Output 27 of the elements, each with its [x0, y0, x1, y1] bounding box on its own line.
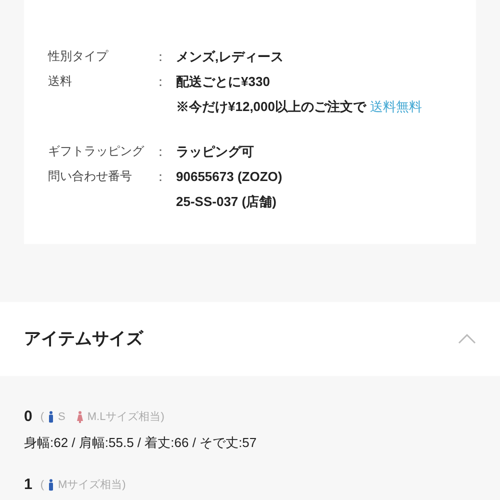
detail-label: 送料 — [48, 73, 73, 90]
separator: ： — [154, 73, 168, 91]
size-equivalent: S — [58, 410, 66, 425]
separator: ： — [154, 48, 168, 66]
detail-value: 90655673 (ZOZO) — [176, 168, 282, 186]
detail-value: メンズ,レディース — [176, 48, 284, 66]
section-header[interactable]: アイテムサイズ — [0, 302, 500, 376]
detail-label: 性別タイプ — [48, 48, 110, 65]
size-label: 1 — [24, 475, 32, 495]
size-equivalent: M.Lサイズ相当) — [87, 410, 164, 425]
detail-value: ラッピング可 — [176, 143, 254, 161]
detail-value: ※今だけ¥12,000以上のご注文で — [176, 98, 366, 116]
detail-value: 配送ごとに¥330 — [176, 73, 270, 91]
separator: ： — [154, 168, 168, 186]
man-icon — [48, 411, 54, 424]
detail-label: ギフトラッピング — [48, 143, 146, 160]
paren: ( — [40, 478, 44, 493]
size-label: 0 — [24, 407, 32, 427]
measurements: 身幅:62 / 肩幅:55.5 / 着丈:66 / そで丈:57 — [24, 434, 258, 452]
detail-label: 問い合わせ番号 — [48, 168, 133, 185]
man-icon — [48, 479, 54, 492]
separator: ： — [154, 143, 168, 161]
section-title: アイテムサイズ — [24, 328, 143, 350]
paren: ( — [40, 410, 44, 425]
woman-icon — [77, 411, 84, 424]
size-equivalent: Mサイズ相当) — [58, 478, 126, 493]
detail-value: 25-SS-037 (店舗) — [176, 193, 276, 211]
